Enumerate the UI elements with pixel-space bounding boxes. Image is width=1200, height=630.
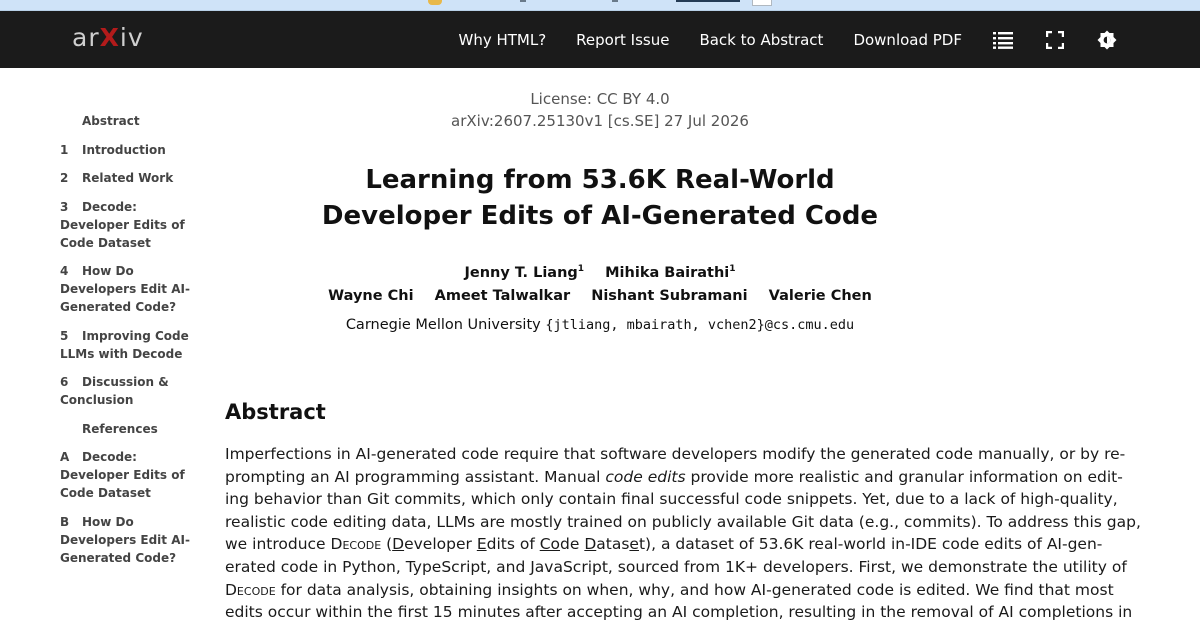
author-emails: {jtliang, mbairath, vchen2}@cs.cmu.edu	[545, 317, 855, 333]
toc-item-appendix-b[interactable]: B How Do Developers Edit AI-Generated Cod…	[60, 513, 200, 567]
table-of-contents: Abstract 1 Introduction 2 Related Work 3 De…	[60, 112, 200, 577]
author-name: Wayne Chi	[328, 288, 414, 304]
report-issue-link[interactable]: Report Issue	[576, 31, 669, 49]
toc-item-discussion[interactable]: 6 Discussion & Conclusion	[60, 373, 200, 409]
browser-bar-strip	[0, 0, 1200, 11]
button-fragment	[752, 0, 772, 6]
toc-item-appendix-a[interactable]: A Decode: Developer Edits of Code Dataset	[60, 448, 200, 502]
bar-fragment	[612, 0, 618, 2]
abstract-line: realistic code editing data, LLMs are mo…	[225, 512, 1141, 531]
title-line: Developer Edits of AI-Generated Code	[321, 201, 879, 231]
back-to-abstract-link[interactable]: Back to Abstract	[699, 31, 823, 49]
abstract-line: prompting an AI programming assistant. M…	[225, 467, 1123, 486]
author-list: Jenny T. Liang1 Mihika Bairathi1	[0, 264, 1200, 281]
toc-item-references[interactable]: References	[60, 420, 200, 438]
toc-item-introduction[interactable]: 1 Introduction	[60, 141, 200, 159]
author-name: Valerie Chen	[768, 288, 872, 304]
author-name: Jenny T. Liang1	[464, 264, 585, 281]
arxiv-id-text: arXiv:2607.25130v1 [cs.SE] 27 Jul 2026	[451, 112, 749, 130]
toc-item-dataset[interactable]: 3 Decode: Developer Edits of Code Dataset	[60, 198, 200, 252]
abstract-line: erated code in Python, TypeScript, and J…	[225, 557, 1127, 576]
abstract-line: Decode for data analysis, obtaining insi…	[225, 580, 1114, 599]
why-html-link[interactable]: Why HTML?	[458, 31, 546, 49]
list-icon[interactable]	[992, 29, 1014, 51]
download-pdf-link[interactable]: Download PDF	[853, 31, 962, 49]
top-navbar: arXiv Why HTML? Report Issue Back to Abs…	[0, 11, 1200, 68]
fullscreen-icon[interactable]	[1044, 29, 1066, 51]
abstract-heading: Abstract	[225, 400, 326, 424]
settings-icon[interactable]	[1096, 29, 1118, 51]
nav-links: Why HTML? Report Issue Back to Abstract …	[428, 11, 1200, 68]
abstract-line: edits occur within the first 15 minutes …	[225, 603, 1133, 622]
bar-fragment	[520, 0, 526, 2]
title-line: Learning from 53.6K Real-World	[365, 165, 835, 195]
affiliation: Carnegie Mellon University {jtliang, mba…	[0, 317, 1200, 333]
paper-title: Learning from 53.6K Real-World Developer…	[300, 162, 900, 234]
abstract-line: Imperfections in AI-generated code requi…	[225, 445, 1126, 463]
affiliation-name: Carnegie Mellon University	[345, 317, 541, 333]
abstract-line: ing behavior than Git commits, which onl…	[225, 490, 1118, 509]
abstract-body: Imperfections in AI-generated code requi…	[225, 443, 1141, 624]
link-fragment	[676, 0, 740, 2]
author-name: Mihika Bairathi1	[605, 264, 736, 281]
arxiv-logo[interactable]: arXiv	[72, 23, 144, 52]
author-name: Nishant Subramani	[591, 288, 748, 304]
favicon-fragment	[428, 0, 442, 5]
license-text: License: CC BY 4.0	[530, 90, 670, 108]
author-list: Wayne Chi Ameet Talwalkar Nishant Subram…	[0, 288, 1200, 304]
toc-item-related-work[interactable]: 2 Related Work	[60, 169, 200, 187]
author-name: Ameet Talwalkar	[434, 288, 571, 304]
abstract-line: we introduce Decode (Developer Edits of …	[225, 535, 1103, 554]
